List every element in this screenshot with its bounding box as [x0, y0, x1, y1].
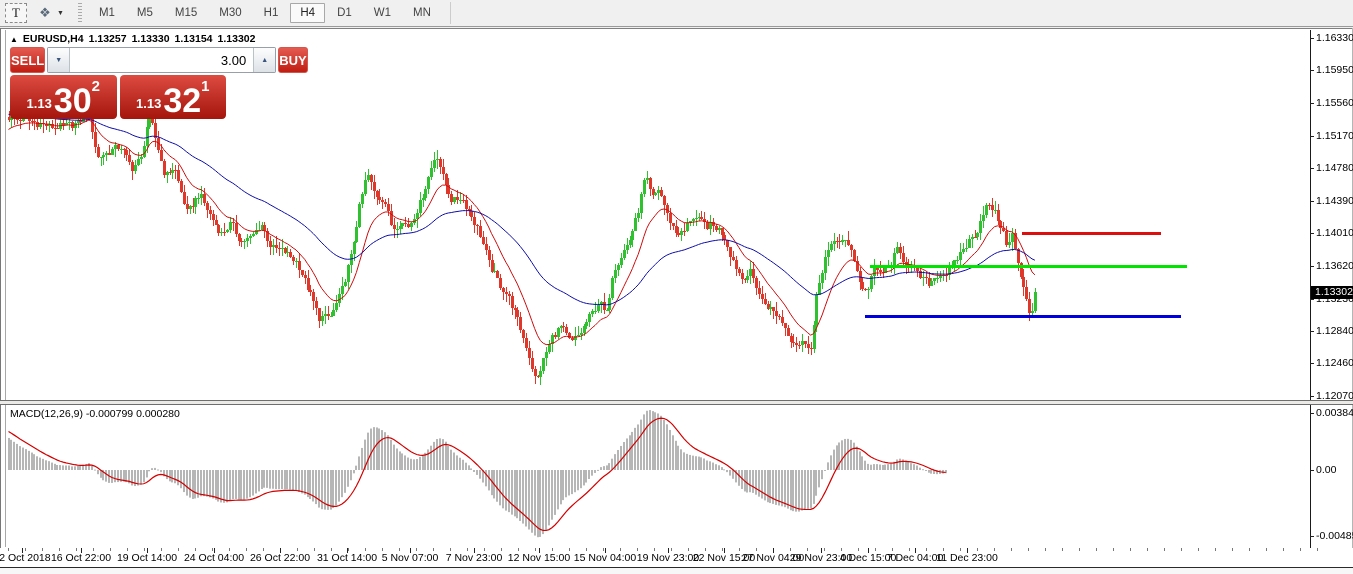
price-tick-mark: [1310, 70, 1314, 71]
volume-stepper: ▼ ▲: [47, 47, 276, 73]
arrange-objects-icon[interactable]: ❖: [35, 3, 55, 23]
volume-decrease-button[interactable]: ▼: [48, 48, 70, 72]
top-toolbar: T ❖ ▼ M1M5M15M30H1H4D1W1MN: [0, 0, 1353, 27]
price-tick-mark: [1310, 38, 1314, 39]
price-tick-mark: [1310, 266, 1314, 267]
timeframe-button-m15[interactable]: M15: [165, 3, 207, 23]
price-tick-mark: [1310, 396, 1314, 397]
timeframe-button-m5[interactable]: M5: [127, 3, 163, 23]
chart-symbol-timeframe: EURUSD,H4: [23, 33, 84, 45]
macd-tick-label: 0.00: [1316, 464, 1336, 476]
price-tick-label: 1.16330: [1316, 32, 1353, 44]
timeframe-button-d1[interactable]: D1: [327, 3, 362, 23]
timeframe-button-group: M1M5M15M30H1H4D1W1MN: [88, 3, 442, 23]
macd-tick-mark: [1310, 413, 1314, 414]
price-tick-mark: [1310, 136, 1314, 137]
volume-increase-button[interactable]: ▲: [253, 48, 275, 72]
timeframe-button-h1[interactable]: H1: [254, 3, 289, 23]
sell-button[interactable]: SELL: [10, 47, 45, 73]
macd-tick-label: -0.004856: [1316, 530, 1353, 542]
buy-button[interactable]: BUY: [278, 47, 307, 73]
text-label-tool-button[interactable]: T: [5, 3, 27, 23]
sell-price-prefix: 1.13: [27, 96, 52, 111]
macd-tick-mark: [1310, 470, 1314, 471]
symbol-marker-icon: ▲: [10, 35, 18, 44]
timeframe-button-h4[interactable]: H4: [290, 3, 325, 23]
timeframe-button-m1[interactable]: M1: [89, 3, 125, 23]
price-tick-mark: [1310, 168, 1314, 169]
price-tick-mark: [1310, 363, 1314, 364]
price-tick-label: 1.14390: [1316, 195, 1353, 207]
price-tick-mark: [1310, 299, 1314, 300]
price-tick-mark: [1310, 103, 1314, 104]
buy-price-pip-digit: 1: [201, 78, 209, 95]
pane-splitter[interactable]: [0, 400, 1353, 405]
window-bottom-strip: [0, 568, 1353, 574]
sell-price-pip-digit: 2: [92, 78, 100, 95]
sell-price-big-digits: 30: [54, 86, 92, 116]
chevron-down-icon[interactable]: ▼: [57, 10, 64, 17]
price-tick-label: 1.13230: [1316, 293, 1353, 305]
price-tick-label: 1.13620: [1316, 260, 1353, 272]
ohlc-open: 1.13257: [89, 33, 127, 45]
chart-left-border: [5, 30, 6, 547]
price-tick-label: 1.15950: [1316, 64, 1353, 76]
price-tick-label: 1.12070: [1316, 390, 1353, 402]
timeframe-button-m30[interactable]: M30: [209, 3, 251, 23]
price-tick-label: 1.15560: [1316, 97, 1353, 109]
time-axis: 12 Oct 201816 Oct 22:0019 Oct 14:0024 Oc…: [0, 548, 1353, 567]
price-tick-label: 1.12840: [1316, 325, 1353, 337]
sell-price-display[interactable]: 1.13 30 2: [10, 75, 117, 119]
chart-title: ▲ EURUSD,H4 1.13257 1.13330 1.13154 1.13…: [10, 33, 255, 45]
buy-price-display[interactable]: 1.13 32 1: [120, 75, 227, 119]
toolbar-drag-handle[interactable]: [78, 3, 82, 23]
ohlc-close: 1.13302: [218, 33, 256, 45]
timeframe-button-w1[interactable]: W1: [364, 3, 401, 23]
macd-tick-mark: [1310, 536, 1314, 537]
volume-input[interactable]: [70, 48, 253, 72]
ohlc-high: 1.13330: [132, 33, 170, 45]
price-tick-label: 1.14780: [1316, 162, 1353, 174]
price-tick-label: 1.15170: [1316, 130, 1353, 142]
price-tick-mark: [1310, 201, 1314, 202]
price-tick-mark: [1310, 233, 1314, 234]
price-tick-label: 1.12460: [1316, 357, 1353, 369]
time-tick-label: 11 Dec 23:00: [921, 552, 1013, 564]
price-tick-mark: [1310, 331, 1314, 332]
one-click-trading-panel: SELL ▼ ▲ BUY 1.13 30 2 1.13 32 1: [10, 47, 226, 119]
macd-indicator-label: MACD(12,26,9) -0.000799 0.000280: [10, 408, 180, 420]
price-tick-label: 1.14010: [1316, 227, 1353, 239]
window-left-border: [0, 28, 1, 574]
buy-price-prefix: 1.13: [136, 96, 161, 111]
ohlc-low: 1.13154: [175, 33, 213, 45]
timeframe-button-mn[interactable]: MN: [403, 3, 441, 23]
buy-price-big-digits: 32: [163, 86, 201, 116]
macd-tick-label: 0.003847: [1316, 407, 1353, 419]
toolbar-separator: [450, 2, 451, 24]
macd-indicator-canvas[interactable]: [7, 404, 1310, 547]
